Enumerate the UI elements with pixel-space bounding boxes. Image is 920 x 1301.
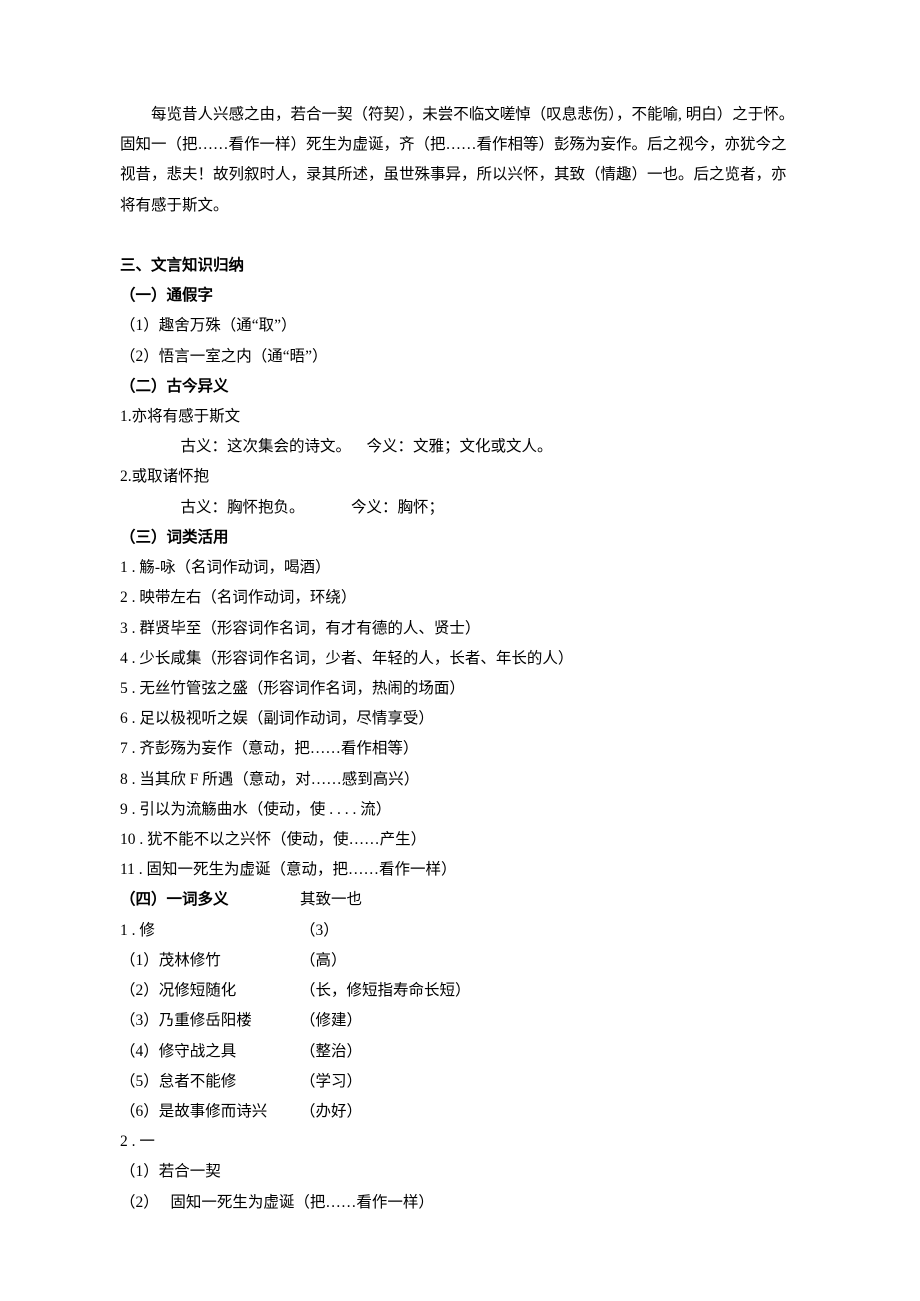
cilei-item: 2 . 映带左右（名词作动词，环绕）	[120, 583, 800, 613]
gujin-1-gu: 古义：这次集会的诗文。	[180, 438, 351, 455]
poly-xiu-item: （6）是故事修而诗兴	[120, 1097, 300, 1127]
poly-yi-2-text: 固知一死生为虚诞（把……看作一样）	[170, 1194, 434, 1211]
poly-xiu-head: 1 . 修	[120, 916, 300, 946]
intro-paragraph: 每览昔人兴感之由，若合一契（符契），未尝不临文嗟悼（叹息悲伤），不能喻, 明白）…	[120, 100, 800, 221]
poly-xiu-def: （学习）	[300, 1067, 471, 1097]
gujin-item-2-body: 古义：胸怀抱负。 今义：胸怀；	[120, 493, 800, 523]
poly-extra-line: （3）	[300, 916, 471, 946]
subsection-1-title: （一）通假字	[120, 281, 800, 311]
cilei-item: 6 . 足以极视听之娱（副词作动词，尽情享受）	[120, 704, 800, 734]
section-gap	[120, 221, 800, 251]
section-3-title: 三、文言知识归纳	[120, 251, 800, 281]
gujin-1-jin: 今义：文雅；文化或文人。	[366, 438, 552, 455]
poly-yi-item-2: （2） 固知一死生为虚诞（把……看作一样）	[120, 1188, 800, 1218]
cilei-item: 8 . 当其欣 F 所遇（意动，对……感到高兴）	[120, 765, 800, 795]
subsection-2-title: （二）古今异义	[120, 372, 800, 402]
poly-xiu-def: （办好）	[300, 1097, 471, 1127]
poly-xiu-item: （3）乃重修岳阳楼	[120, 1006, 300, 1036]
gujin-item-1-head: 1.亦将有感于斯文	[120, 402, 800, 432]
cilei-item: 7 . 齐彭殇为妄作（意动，把……看作相等）	[120, 734, 800, 764]
poly-xiu-item: （1）茂林修竹	[120, 946, 300, 976]
cilei-item: 3 . 群贤毕至（形容词作名词，有才有德的人、贤士）	[120, 614, 800, 644]
gujin-item-1-body: 古义：这次集会的诗文。 今义：文雅；文化或文人。	[120, 432, 800, 462]
document-page: 每览昔人兴感之由，若合一契（符契），未尝不临文嗟悼（叹息悲伤），不能喻, 明白）…	[0, 0, 920, 1278]
gujin-item-2-head: 2.或取诸怀抱	[120, 462, 800, 492]
poly-xiu-item: （2）况修短随化	[120, 976, 300, 1006]
polysemy-block: （四）一词多义 1 . 修 （1）茂林修竹 （2）况修短随化 （3）乃重修岳阳楼…	[120, 885, 800, 1127]
cilei-item: 4 . 少长咸集（形容词作名词，少者、年轻的人，长者、年长的人）	[120, 644, 800, 674]
gujin-2-jin: 今义：胸怀；	[351, 499, 444, 516]
poly-xiu-def: （整治）	[300, 1037, 471, 1067]
gujin-2-gu: 古义：胸怀抱负。	[180, 499, 304, 516]
cilei-item: 1 . 觞-咏（名词作动词，喝酒）	[120, 553, 800, 583]
tongjia-item-2: （2）悟言一室之内（通“晤”）	[120, 342, 800, 372]
subsection-4-title: （四）一词多义	[120, 885, 300, 915]
poly-xiu-def: （高）	[300, 946, 471, 976]
poly-xiu-def: （修建）	[300, 1006, 471, 1036]
polysemy-col-right: 其致一也 （3） （高） （长，修短指寿命长短） （修建） （整治） （学习） …	[300, 885, 471, 1127]
tongjia-item-1: （1）趣舍万殊（通“取”）	[120, 311, 800, 341]
subsection-3-title: （三）词类活用	[120, 523, 800, 553]
poly-yi-item: （1）若合一契	[120, 1157, 800, 1187]
poly-xiu-item: （5）怠者不能修	[120, 1067, 300, 1097]
polysemy-col-left: （四）一词多义 1 . 修 （1）茂林修竹 （2）况修短随化 （3）乃重修岳阳楼…	[120, 885, 300, 1127]
cilei-item: 11 . 固知一死生为虚诞（意动，把……看作一样）	[120, 855, 800, 885]
poly-xiu-def: （长，修短指寿命长短）	[300, 976, 471, 1006]
poly-extra-line: 其致一也	[300, 885, 471, 915]
cilei-item: 9 . 引以为流觞曲水（使动，使 . . . . 流）	[120, 795, 800, 825]
poly-yi-2-num: （2）	[120, 1194, 159, 1211]
poly-yi-head: 2 . 一	[120, 1127, 800, 1157]
poly-xiu-item: （4）修守战之具	[120, 1037, 300, 1067]
cilei-item: 5 . 无丝竹管弦之盛（形容词作名词，热闹的场面）	[120, 674, 800, 704]
cilei-item: 10 . 犹不能不以之兴怀（使动，使……产生）	[120, 825, 800, 855]
